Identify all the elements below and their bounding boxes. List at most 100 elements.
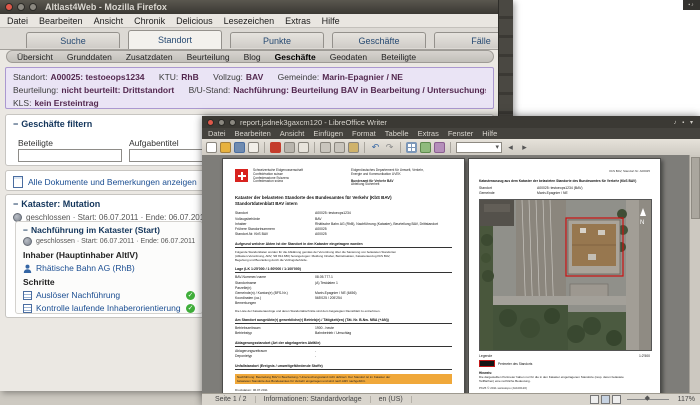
doc-row: Betriebstyp Bahnbetrieb / Umschlag bbox=[235, 331, 452, 336]
menu-item[interactable]: Ansicht bbox=[94, 16, 124, 26]
menu-item[interactable]: Tabelle bbox=[385, 129, 409, 138]
info-key: Vollzug: bbox=[213, 72, 243, 82]
redo-icon[interactable]: ↷ bbox=[384, 142, 395, 153]
zoom-slider-handle[interactable]: ◆ bbox=[645, 395, 650, 403]
subnav-uebersicht[interactable]: Übersicht bbox=[17, 52, 53, 62]
status-page[interactable]: Seite 1 / 2 bbox=[207, 396, 256, 403]
subnav-blog[interactable]: Blog bbox=[244, 52, 261, 62]
inhaber-link[interactable]: Rhätische Bahn AG (RhB) bbox=[36, 263, 135, 273]
nachfuehrung-header[interactable]: − Nachführung im Kataster (Start) bbox=[16, 222, 202, 235]
tray-icons: ▪♪ bbox=[688, 2, 695, 8]
step-link-kontrolle[interactable]: Kontrolle laufende Inhaberorientierung bbox=[36, 303, 181, 313]
collapse-icon[interactable]: − bbox=[23, 225, 28, 235]
copy-icon[interactable] bbox=[334, 141, 345, 153]
main-tabbar: Suche Standort Punkte Geschäfte Fälle bbox=[0, 28, 513, 50]
zoom-level[interactable]: 117% bbox=[678, 396, 695, 403]
person-icon bbox=[23, 264, 32, 273]
info-value: Marin-Epagnier / NE bbox=[322, 72, 403, 82]
navigate-forward-icon[interactable]: ▸ bbox=[519, 142, 530, 153]
menu-item[interactable]: Bearbeiten bbox=[235, 129, 271, 138]
doc-value: Bahnbetrieb / Umschlag bbox=[315, 330, 352, 335]
toolbar-separator bbox=[364, 141, 365, 153]
menu-item[interactable]: Fenster bbox=[448, 129, 473, 138]
menu-item[interactable]: Extras bbox=[418, 129, 439, 138]
document-page-1: Schweizerische Eidgenossenschaft Confédé… bbox=[222, 158, 465, 394]
menu-item[interactable]: Extras bbox=[285, 16, 311, 26]
info-line-3: KLS: kein Ersteintrag bbox=[13, 98, 486, 108]
doc-title-line2: Standortdatenblatt BAV intern bbox=[235, 200, 298, 206]
menu-item[interactable]: Datei bbox=[208, 129, 226, 138]
document-icon bbox=[13, 176, 23, 188]
insert-image-icon[interactable] bbox=[420, 141, 431, 153]
tab-suche[interactable]: Suche bbox=[26, 32, 120, 48]
zoom-slider[interactable]: ◆ bbox=[626, 395, 669, 402]
writer-titlebar[interactable]: report.jsdnek3gaxcm120 - LibreOffice Wri… bbox=[202, 116, 700, 128]
firefox-titlebar[interactable]: Altlast4Web - Mozilla Firefox bbox=[0, 0, 513, 14]
collapse-icon[interactable]: − bbox=[13, 199, 18, 209]
menu-item[interactable]: Ansicht bbox=[280, 129, 305, 138]
status-language[interactable]: en (US) bbox=[371, 396, 412, 403]
menu-item[interactable]: Hilfe bbox=[322, 16, 340, 26]
all-documents-link[interactable]: Alle Dokumente und Bemerkungen anzeigen bbox=[28, 177, 197, 187]
maximize-icon[interactable] bbox=[229, 118, 236, 126]
menu-item[interactable]: Einfügen bbox=[313, 129, 343, 138]
navigate-back-icon[interactable]: ◂ bbox=[505, 142, 516, 153]
scrollbar-thumb[interactable] bbox=[691, 157, 700, 219]
pdf-export-icon[interactable] bbox=[270, 141, 281, 153]
subnav-grunddaten[interactable]: Grunddaten bbox=[67, 52, 112, 62]
email-icon[interactable] bbox=[248, 141, 259, 153]
tab-geschaefte[interactable]: Geschäfte bbox=[332, 32, 426, 48]
status-info[interactable]: Informationen: Standardvorlage bbox=[256, 396, 371, 403]
undo-icon[interactable]: ↶ bbox=[370, 142, 381, 153]
system-tray[interactable]: ▪♪ bbox=[683, 0, 700, 10]
collapse-icon[interactable]: − bbox=[13, 119, 18, 129]
legend-item: Perimeter des Standorts bbox=[479, 360, 650, 368]
indicator-icons[interactable]: ♪ ▪ ▾ bbox=[674, 119, 695, 126]
insert-chart-icon[interactable] bbox=[434, 141, 445, 153]
writer-scrollbar[interactable] bbox=[689, 155, 700, 394]
book-view-icon[interactable] bbox=[611, 395, 621, 404]
menu-item[interactable]: Datei bbox=[7, 16, 28, 26]
close-icon[interactable] bbox=[207, 118, 214, 126]
menu-item[interactable]: Hilfe bbox=[482, 129, 497, 138]
federal-header: Schweizerische Eidgenossenschaft Confédé… bbox=[235, 168, 452, 187]
print-preview-icon[interactable] bbox=[298, 141, 309, 153]
cut-icon[interactable] bbox=[320, 141, 331, 153]
info-line-2: Beurteilung: nicht beurteilt: Drittstando… bbox=[13, 85, 486, 95]
tab-punkte[interactable]: Punkte bbox=[230, 32, 324, 48]
multi-page-view-icon[interactable] bbox=[600, 395, 610, 404]
toolbar-combo[interactable]: ▾ bbox=[456, 141, 502, 153]
step-link-ausloeser[interactable]: Auslöser Nachführung bbox=[36, 290, 120, 300]
doc-label: Deponietyp bbox=[235, 354, 253, 359]
legend-item-label: Perimeter des Standorts bbox=[498, 361, 533, 366]
menu-item[interactable]: Lesezeichen bbox=[224, 16, 275, 26]
new-document-icon[interactable] bbox=[206, 141, 217, 153]
info-value: kein Ersteintrag bbox=[34, 98, 99, 108]
info-line-1: Standort: A00025: testoeops1234 KTU: RhB V… bbox=[13, 72, 486, 82]
menu-item[interactable]: Delicious bbox=[176, 16, 213, 26]
doc-line: Energie und Kommunikation UVEK bbox=[351, 171, 401, 176]
print-icon[interactable] bbox=[284, 141, 295, 153]
menu-item[interactable]: Chronik bbox=[134, 16, 165, 26]
maximize-icon[interactable] bbox=[29, 3, 37, 11]
subnav-geschaefte[interactable]: Geschäfte bbox=[275, 52, 316, 62]
tab-standort[interactable]: Standort bbox=[128, 30, 222, 49]
close-icon[interactable] bbox=[5, 3, 13, 11]
paste-icon[interactable] bbox=[348, 141, 359, 153]
menu-item[interactable]: Bearbeiten bbox=[39, 16, 83, 26]
subnav-zusatzdaten[interactable]: Zusatzdaten bbox=[126, 52, 173, 62]
menu-item[interactable]: Format bbox=[352, 129, 376, 138]
chevron-down-icon[interactable]: ▾ bbox=[495, 143, 499, 151]
minimize-icon[interactable] bbox=[17, 3, 25, 11]
insert-table-icon[interactable] bbox=[406, 141, 417, 153]
subnav-beteiligte[interactable]: Beteiligte bbox=[381, 52, 416, 62]
single-page-view-icon[interactable] bbox=[589, 395, 599, 404]
open-icon[interactable] bbox=[220, 141, 231, 153]
subnav-beurteilung[interactable]: Beurteilung bbox=[187, 52, 230, 62]
subnav-geodaten[interactable]: Geodaten bbox=[330, 52, 367, 62]
minimize-icon[interactable] bbox=[218, 118, 225, 126]
svg-text:N: N bbox=[640, 220, 644, 226]
beteiligte-input[interactable] bbox=[18, 149, 122, 162]
save-icon[interactable] bbox=[234, 141, 245, 153]
document-area: Schweizerische Eidgenossenschaft Confédé… bbox=[202, 155, 700, 394]
